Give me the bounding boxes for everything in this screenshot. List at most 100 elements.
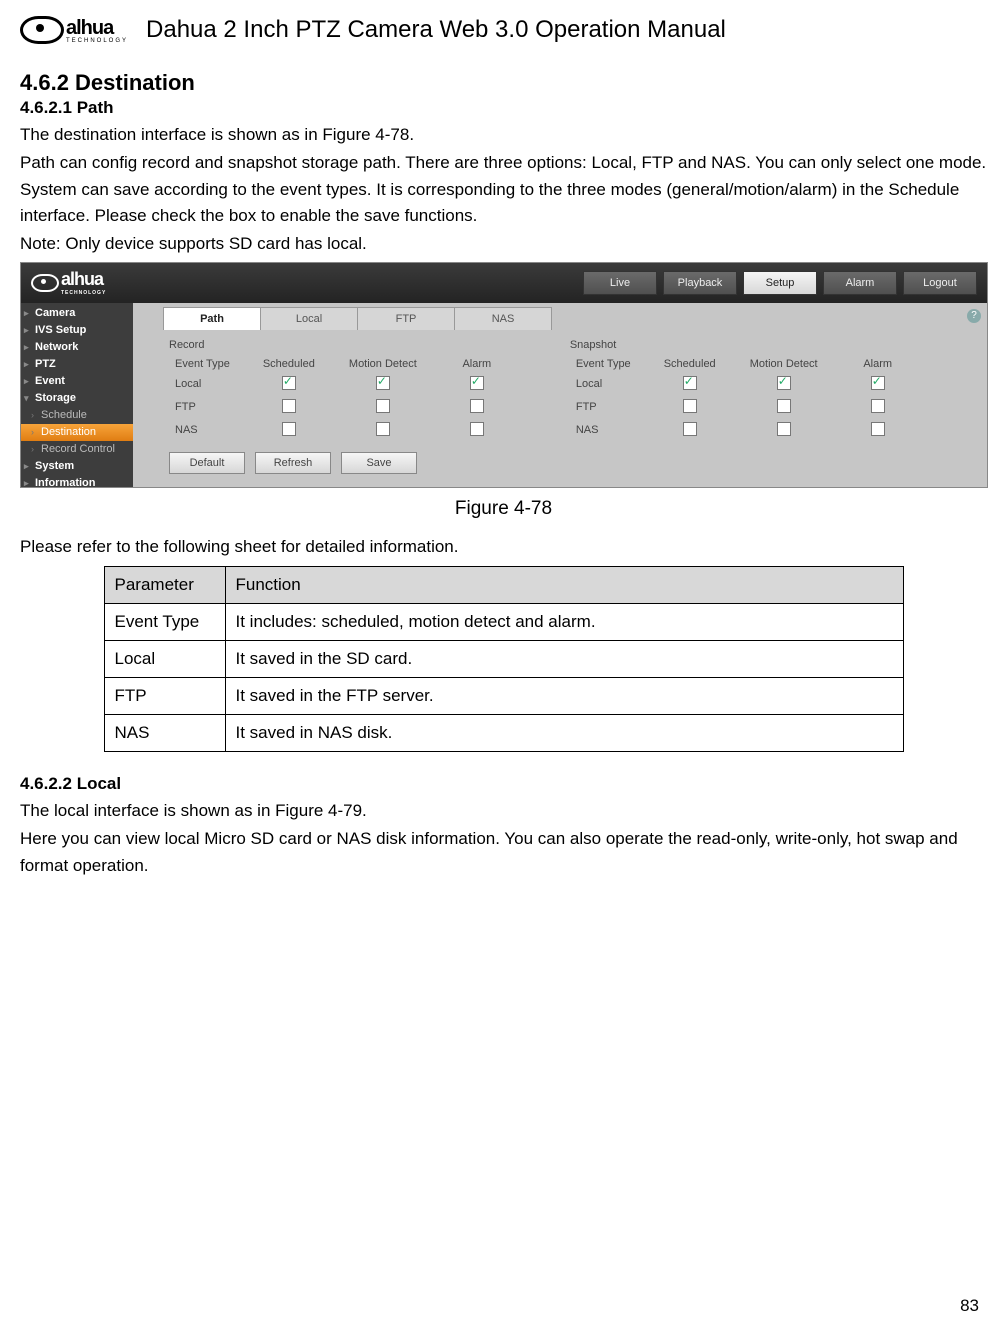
page-header: alhua TECHNOLOGY Dahua 2 Inch PTZ Camera… (20, 10, 987, 50)
table-row: Event Type It includes: scheduled, motio… (104, 604, 903, 641)
col-event-type: Event Type (163, 355, 242, 373)
checkbox-record-nas-alarm[interactable] (470, 422, 484, 436)
tab-logout[interactable]: Logout (903, 271, 977, 295)
cell-param: NAS (104, 715, 225, 752)
cell-param: FTP (104, 678, 225, 715)
sidebar-item-event[interactable]: Event (21, 373, 133, 390)
checkbox-record-ftp-motion[interactable] (376, 399, 390, 413)
paragraph: Path can config record and snapshot stor… (20, 150, 987, 229)
checkbox-snap-local-scheduled[interactable] (683, 376, 697, 390)
app-logo: alhua TECHNOLOGY (31, 269, 106, 296)
checkbox-record-local-alarm[interactable] (470, 376, 484, 390)
tab-alarm[interactable]: Alarm (823, 271, 897, 295)
sidebar-item-storage[interactable]: Storage (21, 390, 133, 407)
row-label-nas: NAS (163, 419, 242, 442)
sidebar-item-ptz[interactable]: PTZ (21, 356, 133, 373)
sidebar-item-schedule[interactable]: Schedule (21, 407, 133, 424)
row-label-local: Local (163, 373, 242, 396)
checkbox-snap-nas-motion[interactable] (777, 422, 791, 436)
row-label-ftp: FTP (163, 396, 242, 419)
checkbox-snap-ftp-motion[interactable] (777, 399, 791, 413)
checkbox-record-nas-motion[interactable] (376, 422, 390, 436)
sidebar-item-system[interactable]: System (21, 458, 133, 475)
save-button[interactable]: Save (341, 452, 417, 474)
sidebar-item-camera[interactable]: Camera (21, 305, 133, 322)
main-nav-tabs: Live Playback Setup Alarm Logout (583, 271, 977, 295)
paragraph: Here you can view local Micro SD card or… (20, 826, 987, 879)
row-label-local: Local (564, 373, 643, 396)
dahua-logo: alhua TECHNOLOGY (20, 10, 128, 50)
checkbox-snap-nas-scheduled[interactable] (683, 422, 697, 436)
tab-setup[interactable]: Setup (743, 271, 817, 295)
checkbox-snap-local-alarm[interactable] (871, 376, 885, 390)
parameter-table: Parameter Function Event Type It include… (104, 566, 904, 752)
checkbox-snap-local-motion[interactable] (777, 376, 791, 390)
document-title: Dahua 2 Inch PTZ Camera Web 3.0 Operatio… (146, 16, 726, 44)
col-motion: Motion Detect (737, 355, 831, 373)
main-panel: ? Path Local FTP NAS Record Event Type S… (133, 303, 987, 487)
record-title: Record (169, 339, 524, 351)
app-titlebar: alhua TECHNOLOGY Live Playback Setup Ala… (21, 263, 987, 303)
subsection-heading-local: 4.6.2.2 Local (20, 774, 987, 794)
table-row: Local It saved in the SD card. (104, 641, 903, 678)
tab-live[interactable]: Live (583, 271, 657, 295)
checkbox-record-nas-scheduled[interactable] (282, 422, 296, 436)
checkbox-record-local-motion[interactable] (376, 376, 390, 390)
tab-playback[interactable]: Playback (663, 271, 737, 295)
sidebar-item-record-control[interactable]: Record Control (21, 441, 133, 458)
table-head-function: Function (225, 567, 903, 604)
table-row: FTP It saved in the FTP server. (104, 678, 903, 715)
subtab-nas[interactable]: NAS (454, 307, 552, 330)
snapshot-title: Snapshot (570, 339, 925, 351)
subtab-local[interactable]: Local (260, 307, 358, 330)
col-scheduled: Scheduled (242, 355, 336, 373)
section-heading: 4.6.2 Destination (20, 70, 987, 96)
checkbox-record-ftp-alarm[interactable] (470, 399, 484, 413)
cell-param: Event Type (104, 604, 225, 641)
row-label-ftp: FTP (564, 396, 643, 419)
logo-eye-icon (31, 274, 59, 292)
page-number: 83 (960, 1296, 979, 1316)
paragraph: Please refer to the following sheet for … (20, 534, 987, 560)
paragraph: The destination interface is shown as in… (20, 122, 987, 148)
subtab-ftp[interactable]: FTP (357, 307, 455, 330)
table-row: NAS It saved in NAS disk. (104, 715, 903, 752)
app-logo-text: alhua (61, 269, 103, 289)
logo-eye-icon (20, 16, 64, 44)
cell-func: It saved in NAS disk. (225, 715, 903, 752)
cell-func: It includes: scheduled, motion detect an… (225, 604, 903, 641)
col-motion: Motion Detect (336, 355, 430, 373)
checkbox-snap-nas-alarm[interactable] (871, 422, 885, 436)
cell-param: Local (104, 641, 225, 678)
row-label-nas: NAS (564, 419, 643, 442)
checkbox-record-local-scheduled[interactable] (282, 376, 296, 390)
subtab-path[interactable]: Path (163, 307, 261, 330)
figure-caption: Figure 4-78 (20, 498, 987, 520)
checkbox-snap-ftp-scheduled[interactable] (683, 399, 697, 413)
table-head-parameter: Parameter (104, 567, 225, 604)
paragraph-note: Note: Only device supports SD card has l… (20, 231, 987, 257)
sidebar-item-information[interactable]: Information (21, 475, 133, 492)
app-logo-subtext: TECHNOLOGY (61, 290, 106, 296)
checkbox-snap-ftp-alarm[interactable] (871, 399, 885, 413)
checkbox-record-ftp-scheduled[interactable] (282, 399, 296, 413)
logo-subtext: TECHNOLOGY (66, 38, 128, 44)
sidebar-item-ivs[interactable]: IVS Setup (21, 322, 133, 339)
sidebar-item-destination[interactable]: Destination (21, 424, 133, 441)
cell-func: It saved in the FTP server. (225, 678, 903, 715)
col-event-type: Event Type (564, 355, 643, 373)
default-button[interactable]: Default (169, 452, 245, 474)
paragraph: The local interface is shown as in Figur… (20, 798, 987, 824)
col-scheduled: Scheduled (643, 355, 737, 373)
sub-tabs: Path Local FTP NAS (163, 307, 987, 331)
subsection-heading-path: 4.6.2.1 Path (20, 98, 987, 118)
sidebar-nav: Camera IVS Setup Network PTZ Event Stora… (21, 303, 133, 487)
figure-screenshot: alhua TECHNOLOGY Live Playback Setup Ala… (20, 262, 988, 488)
refresh-button[interactable]: Refresh (255, 452, 331, 474)
cell-func: It saved in the SD card. (225, 641, 903, 678)
snapshot-grid: Snapshot Event Type Scheduled Motion Det… (564, 339, 925, 474)
logo-text: alhua (66, 17, 113, 39)
col-alarm: Alarm (831, 355, 925, 373)
help-icon[interactable]: ? (967, 309, 981, 323)
sidebar-item-network[interactable]: Network (21, 339, 133, 356)
